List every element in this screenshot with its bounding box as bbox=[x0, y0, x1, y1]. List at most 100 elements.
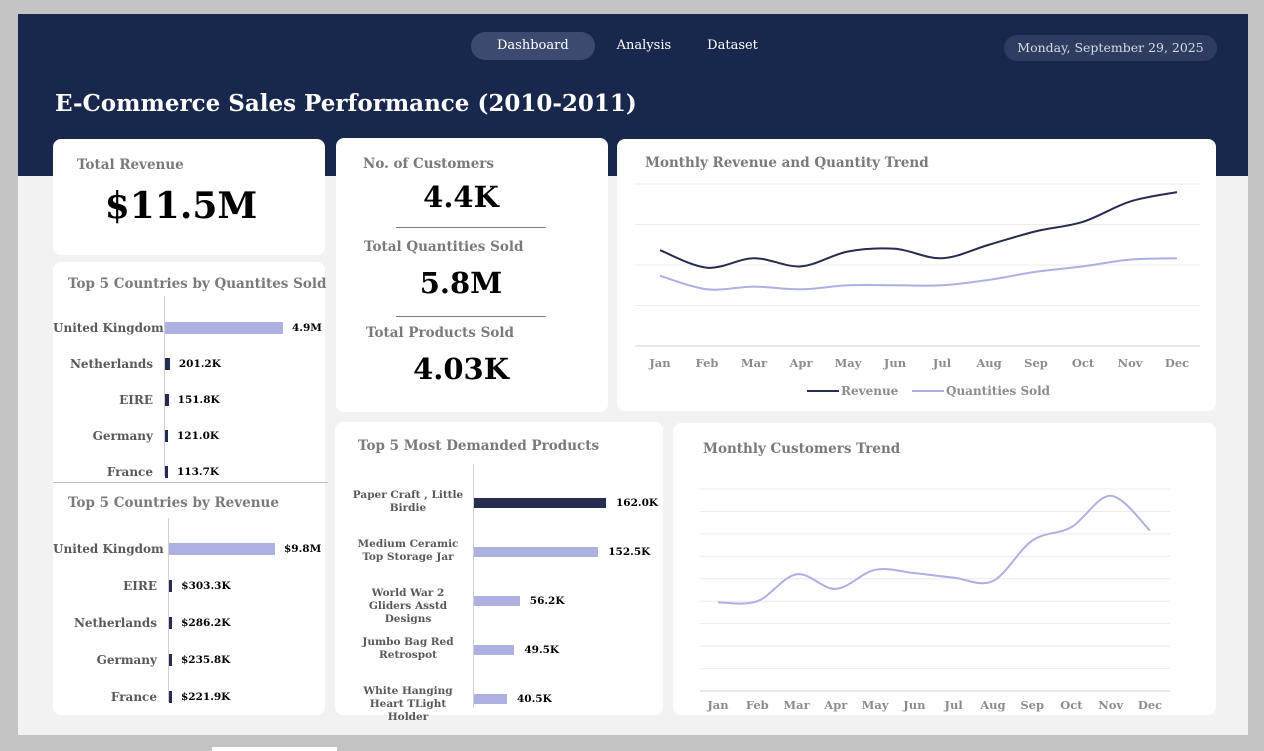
products-label: Total Products Sold bbox=[366, 325, 514, 341]
nav-dashboard[interactable]: Dashboard bbox=[471, 32, 595, 60]
bar-row: EIRE 151.8K bbox=[53, 391, 313, 409]
bar-value-label: $235.8K bbox=[181, 654, 231, 666]
bar-label: Netherlands bbox=[73, 616, 157, 630]
total-revenue-value: $11.5M bbox=[104, 185, 258, 227]
x-tick-label: Sep bbox=[1024, 356, 1048, 370]
x-tick-label: Jun bbox=[902, 698, 926, 712]
product-value-label: 152.5K bbox=[608, 546, 651, 558]
product-bar bbox=[474, 694, 507, 704]
bar-label: Germany bbox=[92, 429, 153, 443]
x-tick-label: Jul bbox=[944, 698, 964, 712]
product-bar bbox=[474, 498, 606, 508]
bar-row: Germany $235.8K bbox=[53, 651, 313, 669]
series-line-quantities-sold bbox=[659, 257, 1178, 291]
bar bbox=[169, 543, 275, 555]
top-rev-title: Top 5 Countries by Revenue bbox=[68, 495, 279, 511]
bar-row: United Kingdom 4.9M bbox=[53, 319, 322, 337]
top-products-title: Top 5 Most Demanded Products bbox=[358, 438, 600, 454]
bar-value-label: $303.3K bbox=[181, 580, 231, 592]
product-value-label: 162.0K bbox=[616, 497, 659, 509]
x-tick-label: Aug bbox=[979, 698, 1005, 712]
x-tick-label: Nov bbox=[1118, 356, 1143, 370]
product-bar bbox=[474, 645, 515, 655]
x-tick-label: May bbox=[862, 698, 889, 712]
customers-value: 4.4K bbox=[423, 180, 499, 214]
legend-label: Quantities Sold bbox=[946, 384, 1051, 398]
product-label: Paper Craft , Little Birdie bbox=[352, 489, 464, 514]
bar-value-label: 4.9M bbox=[292, 322, 322, 334]
revenue-quantity-chart: Jan Feb Mar Apr May Jun Jul Aug Sep Oct Nov Dec Reve… bbox=[635, 183, 1200, 398]
x-tick-label: Jan bbox=[648, 356, 671, 370]
x-tick-label: Oct bbox=[1072, 356, 1095, 370]
product-label: Jumbo Bag Red Retrospot bbox=[362, 636, 454, 661]
kpi-separator bbox=[396, 227, 546, 228]
x-tick-label: Dec bbox=[1165, 356, 1189, 370]
top-qty-title: Top 5 Countries by Quantites Sold bbox=[68, 276, 327, 292]
product-label: White Hanging Heart TLight Holder bbox=[363, 685, 453, 723]
bar-label: EIRE bbox=[123, 579, 157, 593]
bar bbox=[169, 654, 172, 666]
total-revenue-card: Total Revenue $11.5M bbox=[53, 139, 325, 255]
x-tick-label: Dec bbox=[1138, 698, 1162, 712]
bar-label: United Kingdom bbox=[53, 321, 164, 335]
sheet-tab[interactable] bbox=[212, 747, 337, 751]
quantities-value: 5.8M bbox=[419, 266, 503, 300]
x-tick-label: Apr bbox=[823, 698, 848, 712]
bar-label: France bbox=[110, 690, 157, 704]
products-value: 4.03K bbox=[413, 352, 509, 386]
x-tick-label: Feb bbox=[746, 698, 769, 712]
bar-label: Germany bbox=[96, 653, 157, 667]
product-value-label: 49.5K bbox=[524, 644, 560, 656]
date-display: Monday, September 29, 2025 bbox=[1004, 35, 1217, 61]
revenue-quantity-trend-card: Monthly Revenue and Quantity Trend Jan Fe… bbox=[617, 139, 1216, 411]
bar-row: France 113.7K bbox=[53, 463, 313, 481]
bar-value-label: 121.0K bbox=[177, 430, 220, 442]
top-nav: Dashboard Analysis Dataset bbox=[471, 32, 780, 60]
bar bbox=[169, 617, 173, 629]
bar-row: France $221.9K bbox=[53, 688, 313, 706]
section-divider bbox=[53, 482, 328, 483]
bar-row: Netherlands 201.2K bbox=[53, 355, 313, 373]
total-revenue-label: Total Revenue bbox=[77, 157, 184, 173]
x-tick-label: Aug bbox=[975, 356, 1001, 370]
bar bbox=[165, 430, 168, 442]
product-label: World War 2 Gliders Asstd Designs bbox=[368, 587, 448, 625]
bar-value-label: 201.2K bbox=[178, 358, 221, 370]
legend-label: Revenue bbox=[841, 384, 899, 398]
dashboard-canvas: Dashboard Analysis Dataset Monday, Septe… bbox=[18, 14, 1248, 735]
customers-label: No. of Customers bbox=[363, 156, 495, 172]
x-tick-label: Mar bbox=[783, 698, 810, 712]
customers-trend-card: Monthly Customers Trend Jan Feb Mar Apr May J… bbox=[673, 423, 1216, 715]
bar-value-label: $9.8M bbox=[284, 543, 322, 555]
bar bbox=[169, 580, 173, 592]
bar bbox=[165, 394, 169, 406]
x-tick-label: Jul bbox=[932, 356, 952, 370]
x-tick-label: May bbox=[835, 356, 862, 370]
bar-value-label: $221.9K bbox=[181, 691, 231, 703]
bar bbox=[165, 466, 168, 478]
bar-label: Netherlands bbox=[69, 357, 153, 371]
product-label: Medium Ceramic Top Storage Jar bbox=[357, 538, 459, 563]
x-tick-label: Oct bbox=[1060, 698, 1083, 712]
top-products-card: Top 5 Most Demanded Products Paper Craft… bbox=[335, 422, 663, 723]
kpi-separator bbox=[396, 316, 546, 317]
product-value-label: 40.5K bbox=[517, 693, 552, 705]
nav-analysis[interactable]: Analysis bbox=[603, 32, 686, 60]
product-bar bbox=[474, 596, 520, 606]
bar-row: Germany 121.0K bbox=[53, 427, 313, 445]
x-tick-label: Jun bbox=[883, 356, 907, 370]
kpi-card: No. of Customers 4.4K Total Quantities S… bbox=[336, 138, 608, 412]
nav-dataset[interactable]: Dataset bbox=[693, 32, 772, 60]
bar-value-label: 151.8K bbox=[177, 394, 220, 406]
x-tick-label: Jan bbox=[706, 698, 729, 712]
bar-value-label: $286.2K bbox=[181, 617, 231, 629]
x-tick-label: Sep bbox=[1020, 698, 1044, 712]
x-tick-label: Mar bbox=[741, 356, 768, 370]
bar bbox=[165, 322, 283, 334]
bar-value-label: 113.7K bbox=[177, 466, 220, 478]
bar bbox=[165, 358, 170, 370]
bar-row: United Kingdom $9.8M bbox=[53, 540, 321, 558]
bar-label: United Kingdom bbox=[53, 542, 164, 556]
customers-chart: Jan Feb Mar Apr May Jun Jul Aug Sep Oct Nov Dec bbox=[700, 488, 1170, 712]
bar-row: EIRE $303.3K bbox=[53, 577, 313, 595]
